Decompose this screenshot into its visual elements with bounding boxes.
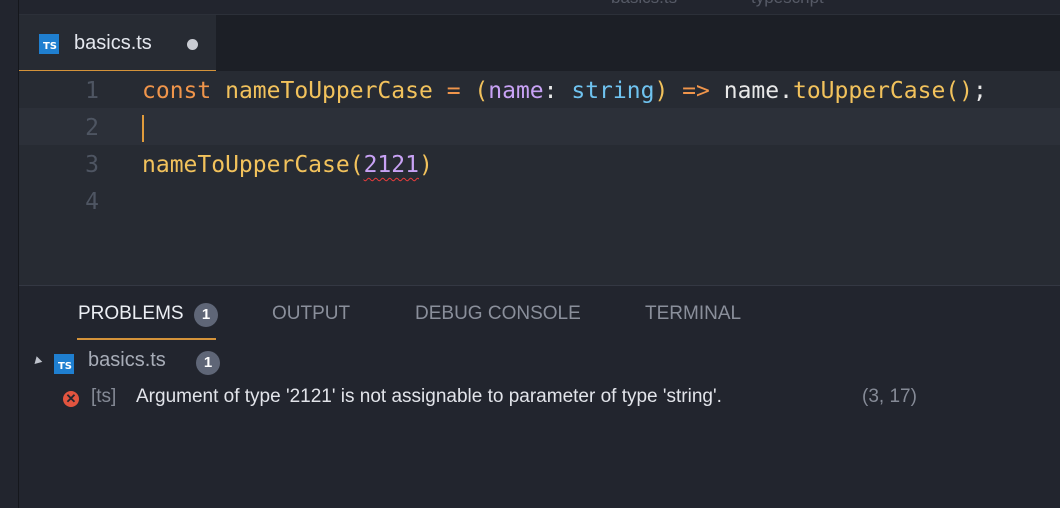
code-token: name bbox=[488, 78, 544, 104]
editor-tab-bar: TS basics.ts bbox=[19, 14, 1060, 72]
code-token: ) bbox=[654, 78, 669, 104]
line-number: 1 bbox=[85, 78, 99, 104]
code-token: ) bbox=[418, 152, 433, 178]
problems-file-group[interactable]: TS basics.ts 1 bbox=[19, 348, 1060, 378]
tab-problems[interactable]: PROBLEMS bbox=[78, 303, 184, 325]
problems-count-badge: 1 bbox=[194, 303, 218, 327]
code-token: : bbox=[543, 78, 572, 104]
code-token: ( bbox=[349, 152, 364, 178]
line-code: nameToUpperCase(2121) bbox=[142, 147, 433, 184]
editor-tab-basics-ts[interactable]: TS basics.ts bbox=[19, 15, 216, 72]
problem-message: Argument of type '2121' is not assignabl… bbox=[136, 386, 722, 407]
code-token: = bbox=[446, 78, 461, 104]
bottom-panel: PROBLEMS 1 OUTPUT DEBUG CONSOLE TERMINAL… bbox=[19, 285, 1060, 508]
line-number: 4 bbox=[85, 189, 99, 215]
problems-file-label: basics.ts bbox=[88, 349, 166, 371]
editor-tab-label: basics.ts bbox=[74, 32, 152, 54]
code-editor[interactable]: 1 const nameToUpperCase = (name: string) … bbox=[19, 71, 1060, 285]
code-token: string bbox=[571, 78, 655, 104]
line-code: const nameToUpperCase = (name: string) =… bbox=[142, 73, 987, 110]
error-squiggle-token: 2121 bbox=[363, 152, 419, 178]
typescript-file-icon: TS bbox=[39, 34, 59, 54]
code-line[interactable]: 3 nameToUpperCase(2121) bbox=[19, 147, 1060, 184]
code-token: name bbox=[723, 78, 780, 104]
code-token: ( bbox=[474, 78, 489, 104]
tab-debug-console[interactable]: DEBUG CONSOLE bbox=[415, 303, 581, 325]
text-cursor bbox=[142, 115, 144, 142]
tab-terminal[interactable]: TERMINAL bbox=[645, 303, 741, 325]
line-number: 3 bbox=[85, 152, 99, 178]
code-token: ; bbox=[973, 78, 987, 104]
typescript-file-icon: TS bbox=[54, 354, 74, 374]
tab-output[interactable]: OUTPUT bbox=[272, 303, 350, 325]
line-number: 2 bbox=[85, 115, 99, 141]
file-problem-count-badge: 1 bbox=[196, 351, 220, 375]
code-line[interactable]: 2 bbox=[19, 110, 1060, 147]
code-line[interactable]: 1 const nameToUpperCase = (name: string) … bbox=[19, 73, 1060, 110]
problem-item[interactable]: ✕ [ts] Argument of type '2121' is not as… bbox=[19, 385, 1060, 415]
problem-position: (3, 17) bbox=[862, 386, 917, 407]
title-file-fragment: basics.ts bbox=[611, 0, 677, 8]
problem-source: [ts] bbox=[91, 386, 117, 407]
code-token: => bbox=[682, 78, 710, 104]
expand-collapse-icon[interactable] bbox=[31, 356, 43, 367]
code-token: . bbox=[779, 78, 793, 104]
code-line[interactable]: 4 bbox=[19, 184, 1060, 221]
active-tab-indicator bbox=[77, 338, 216, 340]
code-token: toUpperCase bbox=[792, 78, 946, 104]
code-token: const bbox=[142, 78, 212, 104]
code-token: nameToUpperCase bbox=[225, 78, 433, 104]
error-icon: ✕ bbox=[63, 391, 79, 407]
title-project-fragment: typescript bbox=[751, 0, 824, 8]
window-title: basics.ts typescript bbox=[19, 0, 1060, 14]
unsaved-changes-dot-icon[interactable] bbox=[187, 39, 198, 50]
code-token: () bbox=[945, 78, 974, 104]
code-token: nameToUpperCase bbox=[142, 152, 350, 178]
